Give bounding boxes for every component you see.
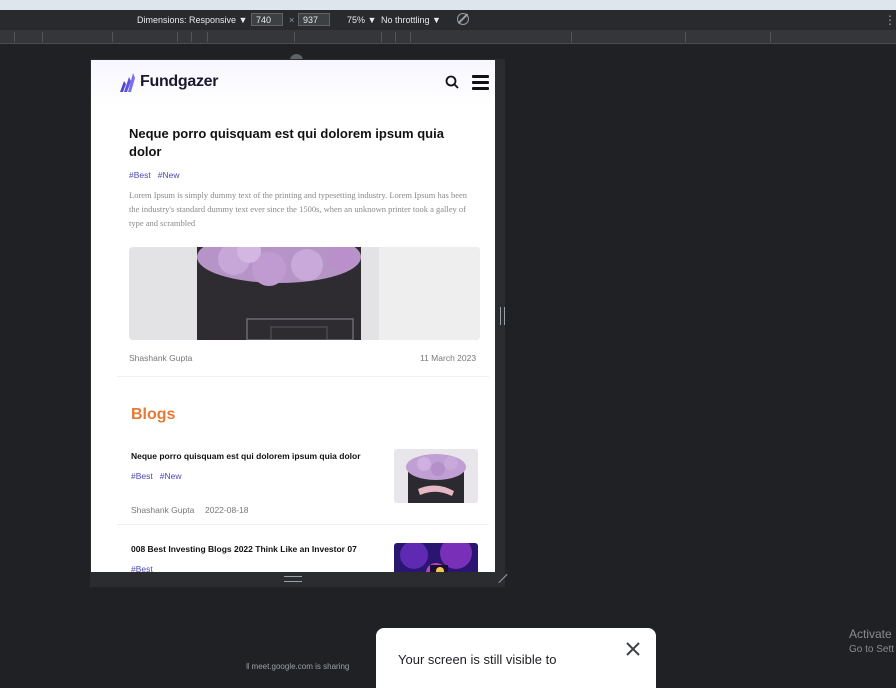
- hamburger-menu-icon[interactable]: [472, 75, 489, 90]
- featured-excerpt: Lorem Ipsum is simply dummy text of the …: [129, 190, 467, 228]
- blog-item-thumbnail[interactable]: [394, 449, 478, 503]
- blog-item-tags: #Best: [131, 564, 160, 572]
- blog-item-thumbnail[interactable]: [394, 543, 478, 572]
- tag-best[interactable]: #Best: [129, 170, 151, 180]
- resize-handle-corner[interactable]: [497, 573, 507, 583]
- fundgazer-logo-icon[interactable]: [118, 72, 136, 93]
- zoom-dropdown[interactable]: 75% ▼: [347, 15, 376, 25]
- screen-share-toast: Your screen is still visible to: [376, 628, 656, 688]
- search-icon[interactable]: [445, 75, 459, 89]
- section-divider: [117, 376, 489, 377]
- tag-new[interactable]: #New: [158, 170, 180, 180]
- featured-author: Shashank Gupta: [129, 353, 193, 363]
- featured-date: 11 March 2023: [420, 353, 477, 363]
- tag-best[interactable]: #Best: [131, 471, 153, 481]
- tag-new[interactable]: #New: [160, 471, 182, 481]
- rotate-icon[interactable]: [457, 13, 469, 25]
- height-input[interactable]: 937: [298, 13, 330, 26]
- more-options-icon[interactable]: ⋮: [884, 13, 896, 27]
- close-icon[interactable]: [626, 642, 640, 656]
- device-toolbar: Dimensions: Responsive ▼ 740 × 937 75% ▼…: [0, 10, 896, 30]
- featured-image[interactable]: [129, 247, 480, 340]
- blog-item-title[interactable]: Neque porro quisquam est qui dolorem ips…: [131, 451, 381, 461]
- width-input[interactable]: 740: [251, 13, 283, 26]
- blog-item-tags: #Best #New: [131, 471, 188, 481]
- dimensions-dropdown[interactable]: Dimensions: Responsive ▼: [137, 15, 247, 25]
- blog-item-date: 2022-08-18: [205, 505, 249, 515]
- media-query-ruler[interactable]: [0, 30, 896, 44]
- site-header: Fundgazer: [91, 60, 495, 106]
- featured-tags: #Best #New: [129, 170, 186, 180]
- dimension-separator: ×: [289, 15, 295, 25]
- activate-windows-watermark: Activate Go to Sett: [849, 626, 894, 658]
- emulated-page: Fundgazer Neque porro quisquam est qui d…: [91, 60, 495, 572]
- blogs-heading: Blogs: [131, 406, 176, 423]
- browser-top-strip: [0, 0, 896, 10]
- watermark-line-2: Go to Sett: [849, 644, 895, 655]
- brand-name[interactable]: Fundgazer: [140, 73, 219, 91]
- blog-item-author: Shashank Gupta: [131, 505, 195, 515]
- tag-best[interactable]: #Best: [131, 564, 153, 572]
- resize-handle-right[interactable]: [500, 307, 505, 325]
- toast-message: Your screen is still visible to: [398, 652, 557, 667]
- watermark-line-1: Activate: [849, 627, 892, 641]
- throttling-dropdown[interactable]: No throttling ▼: [381, 15, 441, 25]
- featured-post-title[interactable]: Neque porro quisquam est qui dolorem ips…: [129, 125, 459, 161]
- resize-handle-bottom[interactable]: [284, 576, 302, 582]
- blog-divider: [117, 524, 489, 525]
- blog-item-title[interactable]: 008 Best Investing Blogs 2022 Think Like…: [131, 544, 381, 554]
